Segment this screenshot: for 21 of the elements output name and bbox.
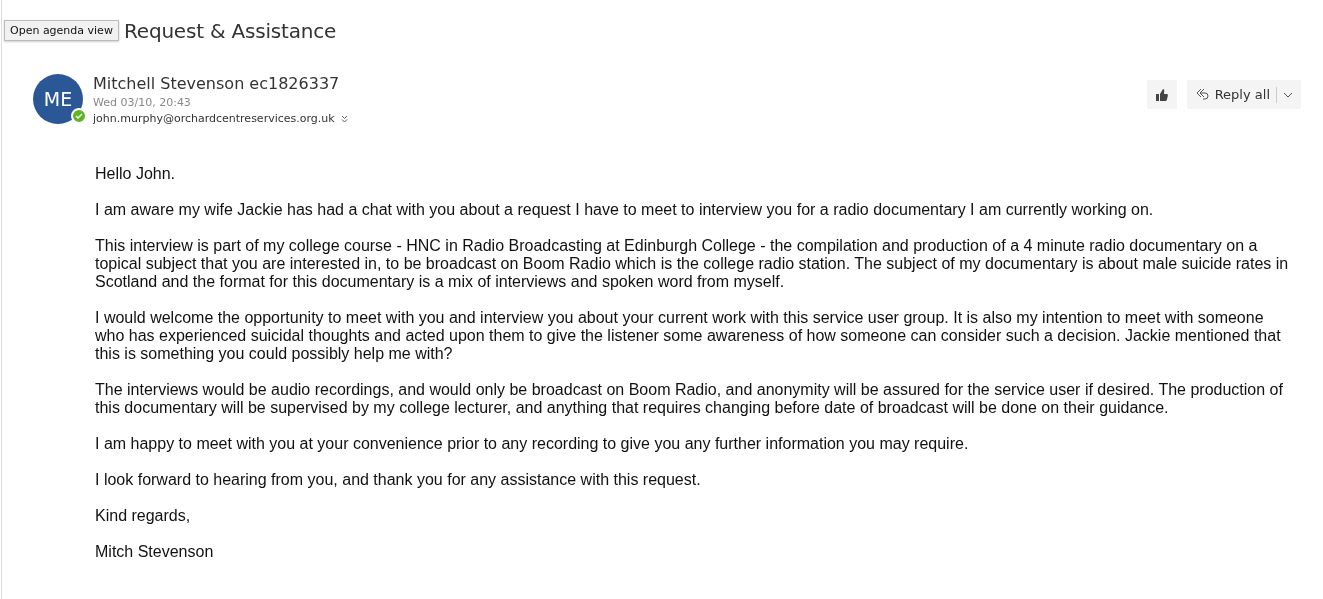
expand-icon[interactable] xyxy=(340,114,348,123)
email-subject: Request & Assistance xyxy=(124,19,338,43)
message-paragraph: Kind regards, xyxy=(95,507,192,525)
chevron-down-icon[interactable] xyxy=(1283,91,1293,98)
recipient-address: john.murphy@orchardcentreservices.org.uk xyxy=(93,112,335,125)
reply-all-button[interactable]: Reply all xyxy=(1186,80,1301,109)
message-paragraph: This interview is part of my college course - HNC in Radio Broadcasting at Edinburgh College - the compilation and production of a 4 minute radio documentary on a topical subject that you are interested in, to be broadcast on Boom Radio which is the college radio station. The subject of my documentary is about male suicide rates in Scotland and the format for this documentary is a mix of interviews and spoken word from myself. xyxy=(95,237,1290,291)
sent-date: Wed 03/10, 20:43 xyxy=(93,96,192,109)
message-paragraph: I am aware my wife Jackie has had a chat with you about a request I have to meet to interview you for a radio documentary I am currently working on. xyxy=(95,201,1155,219)
message-paragraph: Hello John. xyxy=(95,165,177,183)
message-paragraph: I look forward to hearing from you, and thank you for any assistance with this request. xyxy=(95,471,702,489)
thumbs-up-icon xyxy=(1155,88,1169,101)
avatar[interactable]: ME xyxy=(33,74,83,124)
tooltip: Open agenda view xyxy=(4,20,119,41)
like-button[interactable] xyxy=(1146,80,1177,109)
sender-name: Mitchell Stevenson ec1826337 xyxy=(93,74,341,93)
reply-all-icon xyxy=(1194,87,1209,102)
message-paragraph: The interviews would be audio recordings, and would only be broadcast on Boom Radio, and anonymity will be assured for the service user if desired. The production of this documentary will be supervised by my college lecturer, and anything that requires changing before date of broadcast will be done on their guidance. xyxy=(95,381,1284,417)
message-paragraph: I am happy to meet with you at your convenience prior to any recording to give you any further information you may require. xyxy=(95,435,970,453)
message-paragraph: Mitch Stevenson xyxy=(95,543,215,561)
message-paragraph: I would welcome the opportunity to meet with you and interview you about your current work with this service user group. It is also my intention to meet with someone who has experienced suicidal thoughts and acted upon them to give the listener some awareness of how someone can consider such a decision. Jackie mentioned that this is something you could possibly help me with? xyxy=(95,309,1282,363)
